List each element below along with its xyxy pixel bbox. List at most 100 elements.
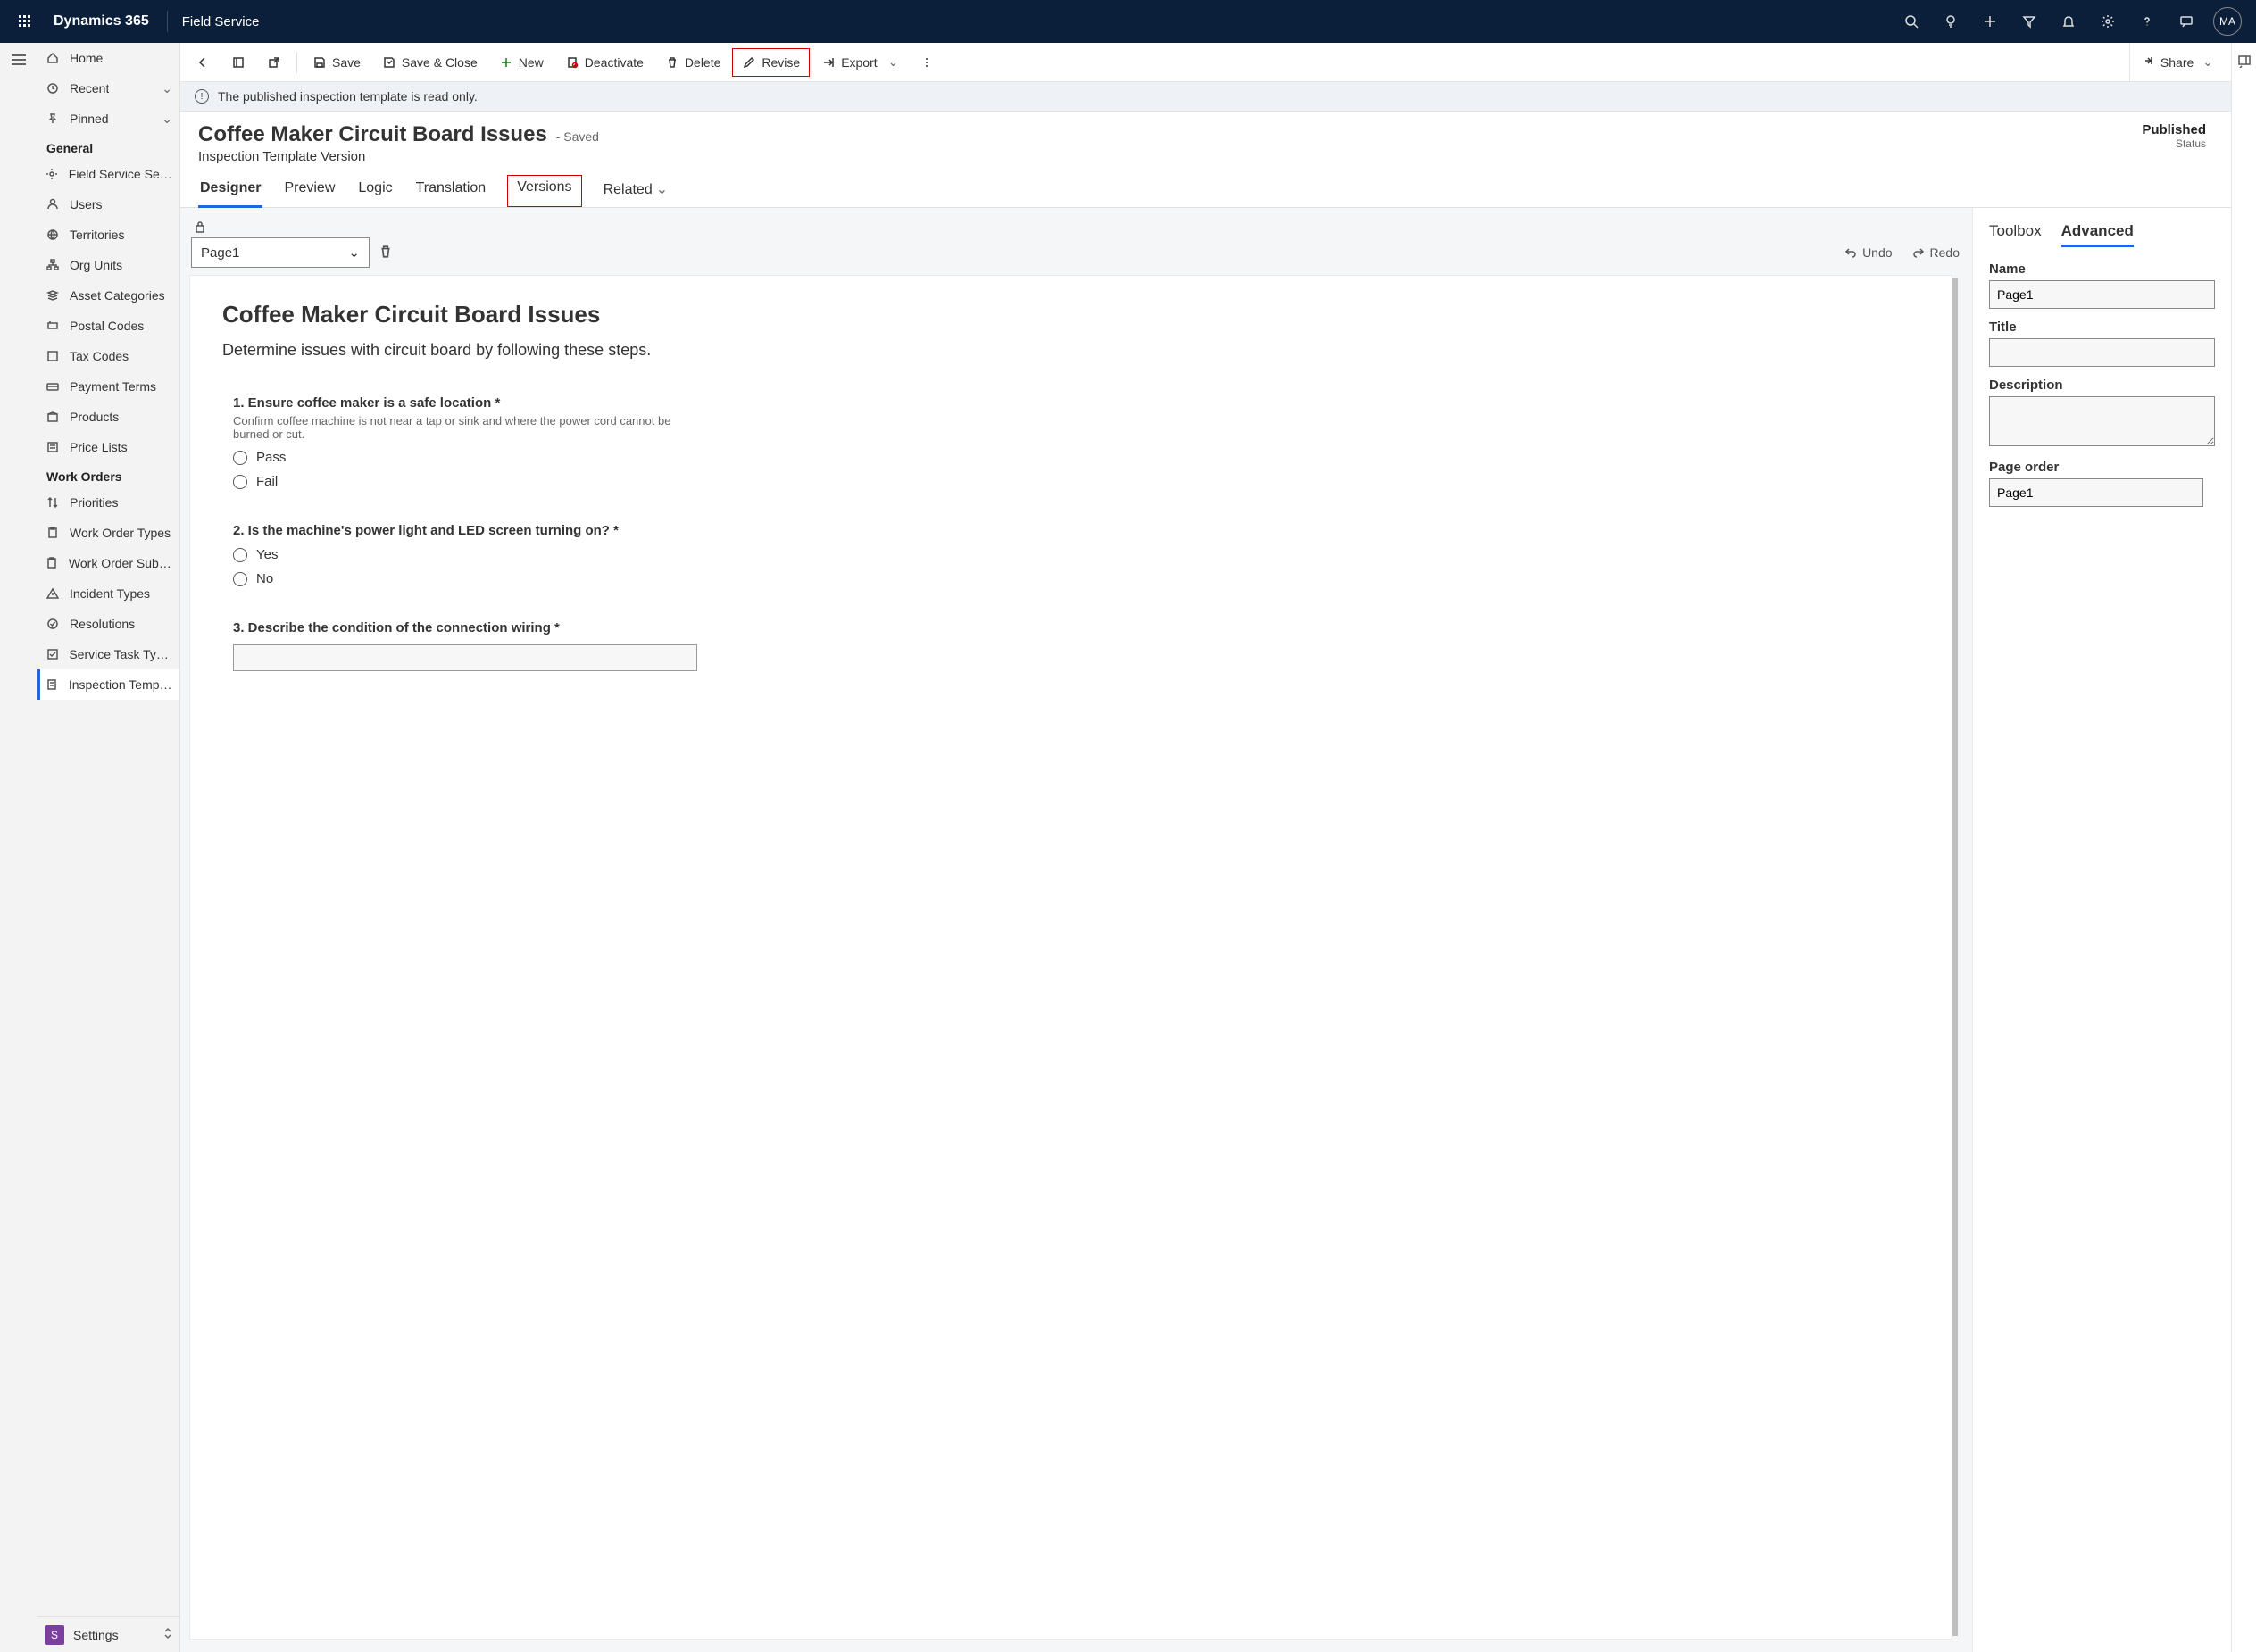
pageorder-input[interactable]: [1989, 478, 2203, 507]
product-brand[interactable]: Dynamics 365: [43, 13, 160, 29]
tab-designer[interactable]: Designer: [198, 175, 262, 207]
share-button[interactable]: Share ⌄: [2129, 43, 2226, 82]
mailbox-icon: [45, 320, 61, 332]
cmd-label: Deactivate: [585, 55, 644, 70]
panel-tab-advanced[interactable]: Advanced: [2061, 222, 2134, 245]
popout-button[interactable]: [257, 48, 291, 77]
search-icon[interactable]: [1892, 0, 1931, 43]
question-3[interactable]: 3. Describe the condition of the connect…: [222, 620, 1919, 671]
chevron-updown-icon: [163, 1627, 172, 1642]
option-yes[interactable]: Yes: [233, 547, 1919, 562]
sitemap-toggle[interactable]: [0, 43, 37, 1652]
export-button[interactable]: Export⌄: [812, 48, 908, 77]
assistant-icon[interactable]: [2167, 0, 2206, 43]
undo-button[interactable]: Undo: [1844, 245, 1892, 260]
delete-button[interactable]: Delete: [655, 48, 730, 77]
nav-label: Territories: [70, 228, 124, 242]
app-launcher-icon[interactable]: [7, 14, 43, 29]
question-1[interactable]: 1. Ensure coffee maker is a safe locatio…: [222, 395, 1919, 489]
field-label-description: Description: [1989, 378, 2215, 393]
nav-wo-types[interactable]: Work Order Types: [37, 518, 179, 548]
area-switcher[interactable]: S Settings: [37, 1616, 179, 1652]
nav-tax-codes[interactable]: Tax Codes: [37, 341, 179, 371]
question-help: Confirm coffee machine is not near a tap…: [233, 414, 697, 441]
delete-page-button[interactable]: [379, 245, 393, 261]
help-icon[interactable]: [2127, 0, 2167, 43]
deactivate-button[interactable]: Deactivate: [555, 48, 653, 77]
new-button[interactable]: New: [489, 48, 554, 77]
option-pass[interactable]: Pass: [233, 450, 1919, 465]
back-button[interactable]: [186, 48, 220, 77]
page-selector-value: Page1: [201, 245, 239, 261]
nav-recent[interactable]: Recent ⌄: [37, 73, 179, 104]
nav-wo-subst[interactable]: Work Order Subst...: [37, 548, 179, 578]
redo-label: Redo: [1930, 245, 1960, 260]
nav-territories[interactable]: Territories: [37, 220, 179, 250]
question-2[interactable]: 2. Is the machine's power light and LED …: [222, 523, 1919, 586]
nav-priorities[interactable]: Priorities: [37, 487, 179, 518]
lightbulb-icon[interactable]: [1931, 0, 1970, 43]
area-badge: S: [45, 1625, 64, 1645]
nav-inspection-templates[interactable]: Inspection Templa...: [37, 669, 179, 700]
cmd-label: Delete: [685, 55, 720, 70]
nav-label: Service Task Types: [69, 647, 172, 661]
nav-label: Org Units: [70, 258, 122, 272]
option-label: Fail: [256, 474, 278, 489]
record-set-button[interactable]: [221, 48, 255, 77]
option-no[interactable]: No: [233, 571, 1919, 586]
page-selector[interactable]: Page1 ⌄: [191, 237, 370, 268]
panel-tab-toolbox[interactable]: Toolbox: [1989, 222, 2042, 245]
overflow-button[interactable]: [910, 48, 944, 77]
more-vertical-icon: [920, 55, 934, 70]
designer-canvas[interactable]: Coffee Maker Circuit Board Issues Determ…: [189, 275, 1952, 1640]
list-icon: [45, 441, 61, 453]
nav-payment-terms[interactable]: Payment Terms: [37, 371, 179, 402]
canvas-scrollbar[interactable]: [1952, 278, 1958, 1636]
notice-text: The published inspection template is rea…: [218, 89, 478, 104]
tab-preview[interactable]: Preview: [282, 175, 337, 207]
status-value: Published: [2142, 122, 2206, 137]
nav-postal-codes[interactable]: Postal Codes: [37, 311, 179, 341]
canvas-title: Coffee Maker Circuit Board Issues: [222, 301, 1919, 328]
tab-related[interactable]: Related⌄: [602, 175, 670, 207]
save-close-button[interactable]: Save & Close: [372, 48, 487, 77]
cmd-label: Save & Close: [402, 55, 478, 70]
nav-label: Asset Categories: [70, 288, 165, 303]
nav-asset-categories[interactable]: Asset Categories: [37, 280, 179, 311]
user-avatar[interactable]: MA: [2213, 7, 2242, 36]
option-fail[interactable]: Fail: [233, 474, 1919, 489]
name-input[interactable]: [1989, 280, 2215, 309]
nav-users[interactable]: Users: [37, 189, 179, 220]
tab-versions[interactable]: Versions: [507, 175, 581, 207]
plus-icon[interactable]: [1970, 0, 2010, 43]
nav-label: Home: [70, 51, 103, 65]
cmd-label: New: [519, 55, 544, 70]
filter-icon[interactable]: [2010, 0, 2049, 43]
description-input[interactable]: [1989, 396, 2215, 446]
nav-pinned[interactable]: Pinned ⌄: [37, 104, 179, 134]
revise-button[interactable]: Revise: [732, 48, 810, 77]
nav-products[interactable]: Products: [37, 402, 179, 432]
nav-org-units[interactable]: Org Units: [37, 250, 179, 280]
nav-field-service-settings[interactable]: Field Service Setti...: [37, 159, 179, 189]
tab-translation[interactable]: Translation: [414, 175, 488, 207]
save-button[interactable]: Save: [303, 48, 370, 77]
nav-section-work-orders: Work Orders: [37, 462, 179, 487]
field-label-title: Title: [1989, 320, 2215, 335]
nav-resolutions[interactable]: Resolutions: [37, 609, 179, 639]
gear-icon: [45, 168, 60, 180]
tab-logic[interactable]: Logic: [356, 175, 394, 207]
title-input[interactable]: [1989, 338, 2215, 367]
nav-price-lists[interactable]: Price Lists: [37, 432, 179, 462]
gear-icon[interactable]: [2088, 0, 2127, 43]
bell-icon[interactable]: [2049, 0, 2088, 43]
nav-home[interactable]: Home: [37, 43, 179, 73]
nav-service-task-types[interactable]: Service Task Types: [37, 639, 179, 669]
text-answer-input[interactable]: [233, 644, 697, 671]
chevron-down-icon: ⌄: [656, 182, 668, 197]
side-panel-icon[interactable]: [2237, 54, 2252, 71]
radio-icon: [233, 572, 247, 586]
redo-button[interactable]: Redo: [1912, 245, 1960, 260]
nav-incident-types[interactable]: Incident Types: [37, 578, 179, 609]
module-name[interactable]: Field Service: [175, 14, 267, 29]
